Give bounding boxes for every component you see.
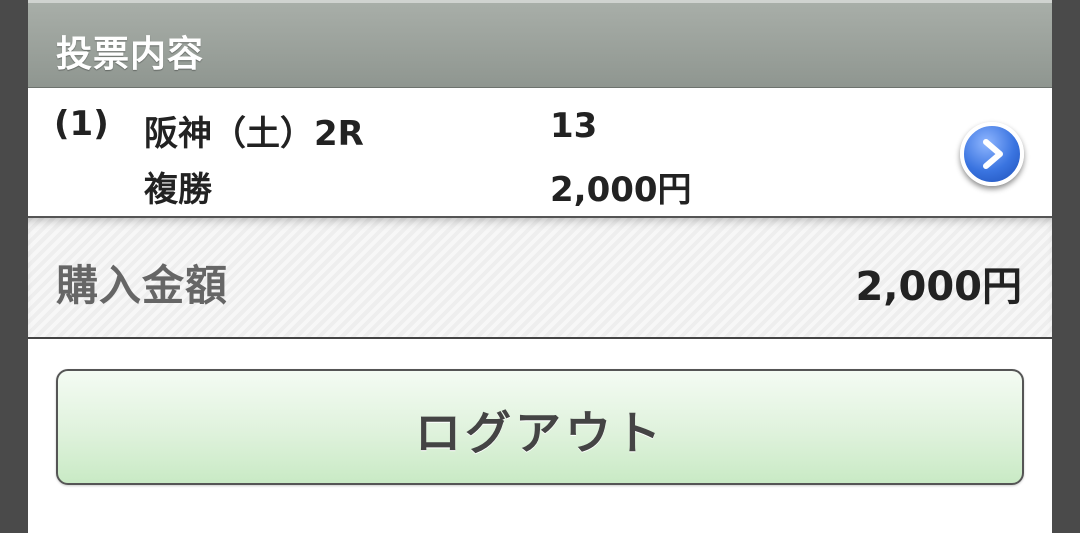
total-label: 購入金額 (56, 261, 229, 310)
section-header: 投票内容 (28, 0, 1052, 88)
logout-button[interactable]: ログアウト (56, 369, 1024, 485)
logout-label: ログアウト (415, 406, 665, 460)
bet-horse-number: 13 (550, 106, 598, 146)
bet-number: (1) (54, 104, 109, 144)
screen-frame: 投票内容 (1) 阪神（土）2R 複勝 13 2,000円 購入金額 2,000… (28, 0, 1052, 533)
bet-amount: 2,000円 (550, 170, 692, 210)
bet-type: 複勝 (144, 170, 212, 210)
bet-race: 阪神（土）2R (144, 114, 364, 154)
section-title: 投票内容 (56, 34, 205, 75)
chevron-right-icon (983, 139, 1003, 169)
bet-detail-button[interactable] (960, 122, 1024, 186)
total-row: 購入金額 2,000円 (28, 218, 1052, 339)
bet-row[interactable]: (1) 阪神（土）2R 複勝 13 2,000円 (28, 88, 1052, 218)
total-value: 2,000円 (855, 264, 1022, 310)
